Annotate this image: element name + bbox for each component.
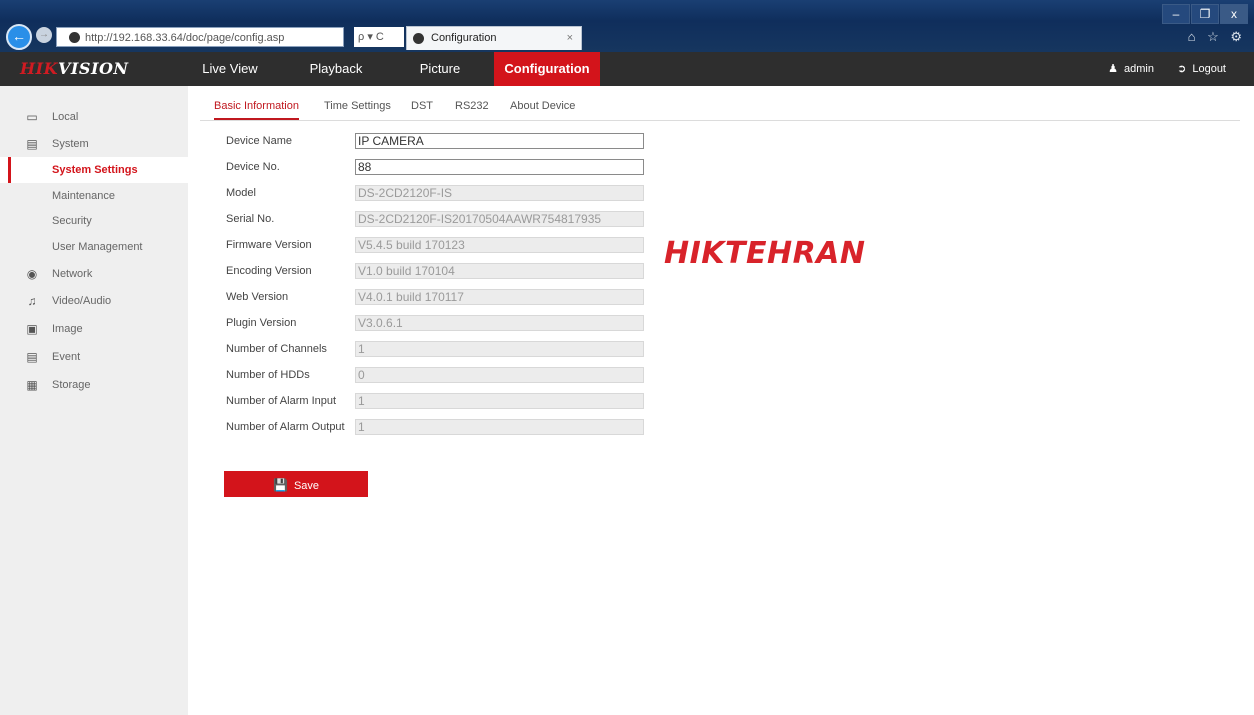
device-no-input[interactable] <box>355 159 644 175</box>
browser-tab[interactable]: Configuration × <box>406 26 582 50</box>
home-favorites-settings-icons[interactable]: ⌂ ☆ ⚙ <box>1188 29 1246 45</box>
serial-no-field <box>355 211 644 227</box>
model-field <box>355 185 644 201</box>
settings-tabs: Basic Information Time Settings DST RS23… <box>200 96 1240 121</box>
sidebar-item-storage[interactable]: ▦ Storage <box>0 372 188 398</box>
plugin-version-label: Plugin Version <box>226 317 297 329</box>
device-name-input[interactable] <box>355 133 644 149</box>
number-of-alarm-input-field <box>355 393 644 409</box>
top-navigation: HIKVISION Live View Playback Picture Con… <box>0 52 1254 86</box>
plugin-version-field <box>355 315 644 331</box>
window-controls: – ❐ x <box>1161 4 1248 24</box>
nav-configuration[interactable]: Configuration <box>494 52 600 86</box>
tab-basic-information[interactable]: Basic Information <box>214 96 299 120</box>
tab-time-settings[interactable]: Time Settings <box>324 96 391 118</box>
video-audio-icon: ♫ <box>27 294 37 308</box>
sidebar-item-video-audio[interactable]: ♫ Video/Audio <box>0 288 188 314</box>
close-window-button[interactable]: x <box>1220 4 1248 24</box>
model-label: Model <box>226 187 256 199</box>
tab-rs232[interactable]: RS232 <box>455 96 489 118</box>
logout-button[interactable]: ➲ Logout <box>1177 52 1226 86</box>
back-arrow-icon[interactable]: ← <box>6 24 32 50</box>
restore-button[interactable]: ❐ <box>1191 4 1219 24</box>
tab-about-device[interactable]: About Device <box>510 96 575 118</box>
web-version-label: Web Version <box>226 291 289 303</box>
device-name-label: Device Name <box>226 135 293 147</box>
site-icon <box>69 32 80 43</box>
browser-chrome: – ❐ x ← → http://192.168.33.64/doc/page/… <box>0 0 1254 52</box>
encoding-version-field <box>355 263 644 279</box>
logout-icon: ➲ <box>1177 63 1187 75</box>
search-refresh-icons[interactable]: ρ ▾ C <box>354 27 404 47</box>
serial-no-label: Serial No. <box>226 213 275 225</box>
monitor-icon: ▭ <box>26 110 38 124</box>
number-of-channels-field <box>355 341 644 357</box>
sidebar-item-event[interactable]: ▤ Event <box>0 344 188 370</box>
hikvision-logo: HIKVISION <box>20 59 129 78</box>
user-menu[interactable]: ♟ admin <box>1108 52 1154 86</box>
firmware-version-field <box>355 237 644 253</box>
web-version-field <box>355 289 644 305</box>
number-of-channels-label: Number of Channels <box>226 343 327 355</box>
tab-dst[interactable]: DST <box>411 96 433 118</box>
globe-icon: ◉ <box>26 267 38 281</box>
sidebar-item-local[interactable]: ▭ Local <box>0 104 188 130</box>
system-icon: ▤ <box>26 137 38 151</box>
event-icon: ▤ <box>26 350 38 364</box>
sidebar-item-maintenance[interactable]: Maintenance <box>0 183 188 209</box>
number-of-hdds-label: Number of HDDs <box>226 369 310 381</box>
sidebar: ▭ Local ▤ System System Settings Mainten… <box>0 86 188 715</box>
tab-favicon-icon <box>413 33 424 44</box>
minimize-button[interactable]: – <box>1162 4 1190 24</box>
encoding-version-label: Encoding Version <box>226 265 312 277</box>
tab-close-icon[interactable]: × <box>567 27 573 49</box>
number-of-alarm-output-label: Number of Alarm Output <box>226 421 345 433</box>
watermark-text: HIKTEHRAN <box>664 236 866 271</box>
sidebar-item-image[interactable]: ▣ Image <box>0 316 188 342</box>
image-icon: ▣ <box>26 322 38 336</box>
save-icon: 💾 <box>272 478 288 492</box>
address-bar[interactable]: http://192.168.33.64/doc/page/config.asp <box>56 27 344 47</box>
sidebar-item-security[interactable]: Security <box>0 208 188 234</box>
sidebar-item-network[interactable]: ◉ Network <box>0 261 188 287</box>
browser-tab-title: Configuration <box>431 32 497 44</box>
sidebar-item-user-management[interactable]: User Management <box>0 234 188 260</box>
device-no-label: Device No. <box>226 161 280 173</box>
number-of-alarm-input-label: Number of Alarm Input <box>226 395 337 407</box>
sidebar-item-system[interactable]: ▤ System <box>0 131 188 157</box>
forward-arrow-icon[interactable]: → <box>36 27 52 43</box>
nav-playback[interactable]: Playback <box>296 52 376 86</box>
sidebar-item-system-settings[interactable]: System Settings <box>0 157 188 183</box>
number-of-alarm-output-field <box>355 419 644 435</box>
nav-live-view[interactable]: Live View <box>190 52 270 86</box>
save-button[interactable]: 💾 Save <box>224 471 368 497</box>
storage-icon: ▦ <box>26 378 38 392</box>
user-icon: ♟ <box>1108 63 1119 75</box>
number-of-hdds-field <box>355 367 644 383</box>
address-url: http://192.168.33.64/doc/page/config.asp <box>85 32 285 44</box>
firmware-version-label: Firmware Version <box>226 239 312 251</box>
nav-picture[interactable]: Picture <box>400 52 480 86</box>
